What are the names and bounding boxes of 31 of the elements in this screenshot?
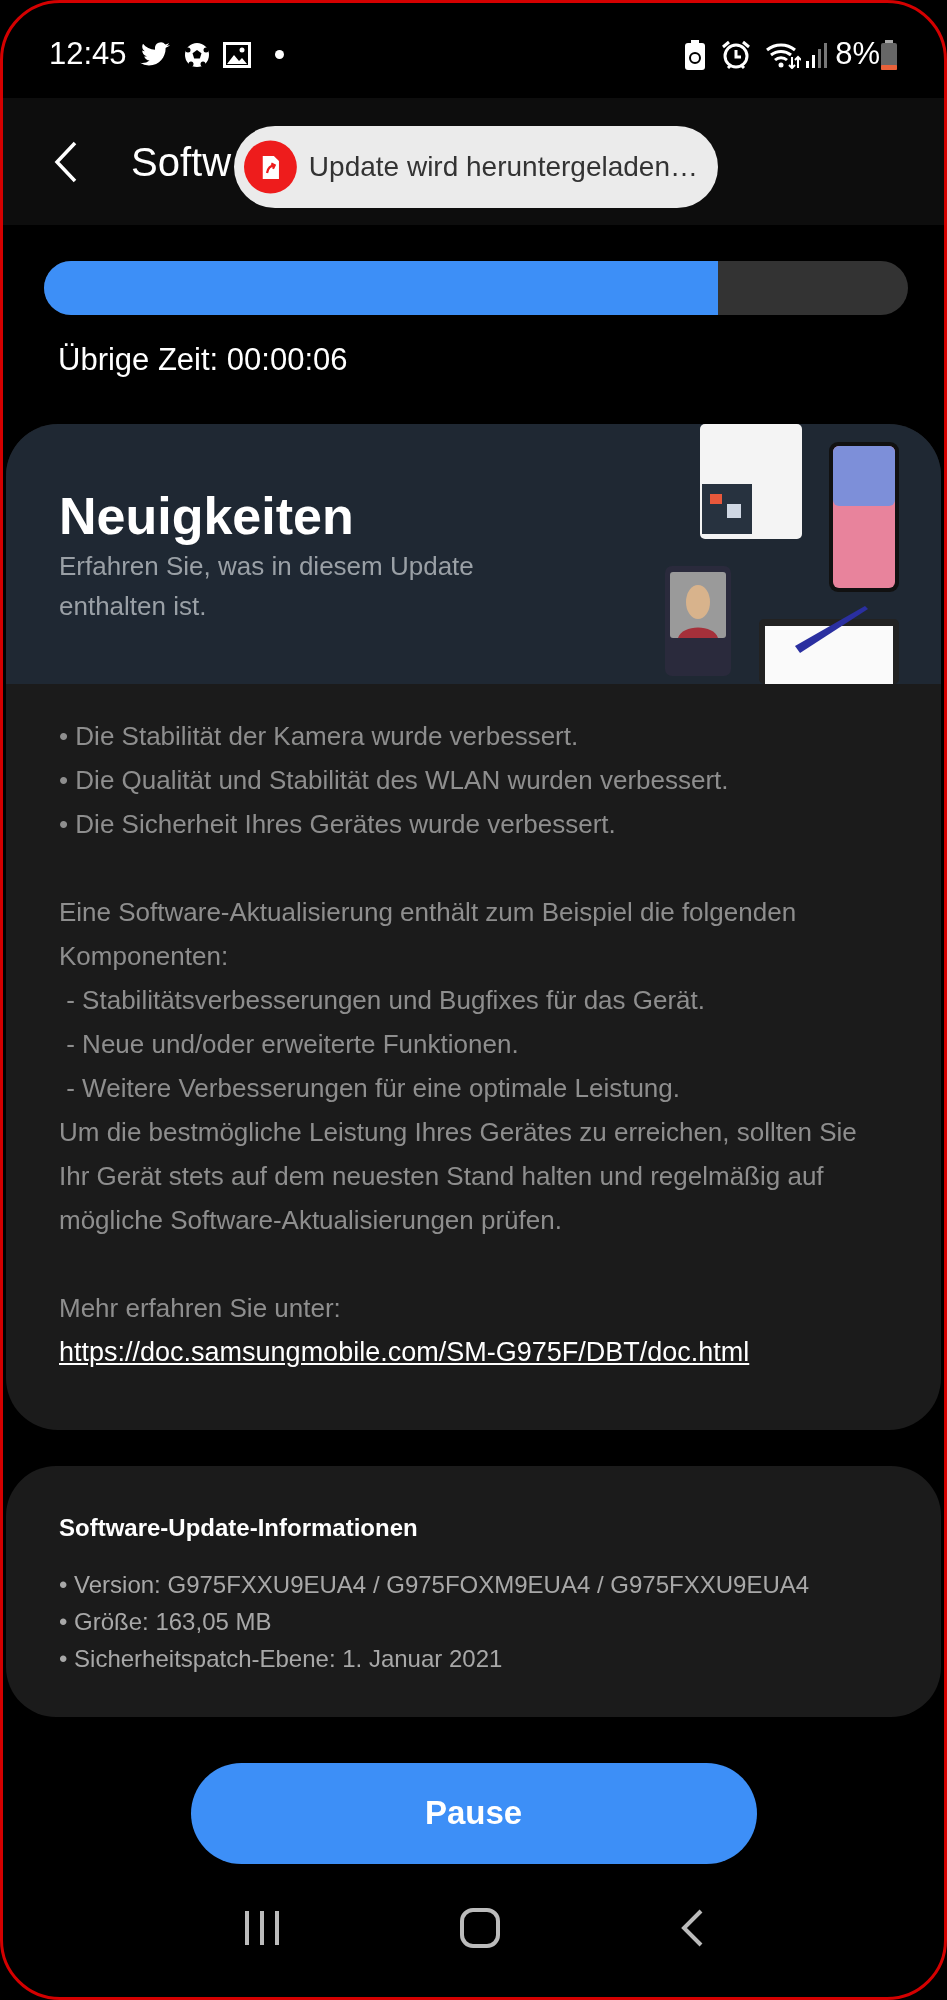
recent-apps-icon[interactable] (242, 1909, 281, 1947)
body-text: Um die bestmögliche Leistung Ihres Gerätes zu erreichen, sollten Sie Ihr Gerät stets auf dem neuesten Stand halten und regelmäßig auf mögliche Software-Aktualisierungen prüfen. (59, 1115, 858, 1237)
battery-icon (880, 39, 898, 70)
back-nav-icon[interactable] (680, 1909, 705, 1947)
info-heading: Software-Update-Informationen (59, 1512, 419, 1543)
section-heading: Neuigkeiten (59, 485, 355, 546)
battery-percent: 8% (835, 35, 880, 74)
info-item: • Sicherheitspatch-Ebene: 1. Januar 2021 (59, 1643, 504, 1674)
image-icon (222, 41, 251, 68)
remaining-time: Übrige Zeit: 00:00:06 (58, 341, 349, 379)
dot-icon (274, 50, 284, 59)
doc-link[interactable]: https://doc.samsungmobile.com/SM-G975F/DBT/doc.html (59, 1336, 750, 1367)
body-text: Mehr erfahren Sie unter: (59, 1291, 342, 1325)
body-text: Eine Software-Aktualisierung enthält zum Beispiel die folgenden Komponenten: (59, 895, 798, 973)
info-item: • Version: G975FXXU9EUA4 / G975FOXM9EUA4 / G975FXXU9EUA4 (59, 1569, 811, 1600)
toast-text: Update wird heruntergeladen… (308, 150, 698, 184)
section-subtitle: Erfahren Sie, was in diesem Update enthalten ist. (59, 549, 475, 623)
ball-icon (182, 40, 211, 69)
info-item: • Größe: 163,05 MB (59, 1606, 273, 1637)
screen-title: Softw (131, 138, 232, 186)
status-time: 12:45 (49, 35, 127, 74)
body-text: - Stabilitätsverbesserungen und Bugfixes für das Gerät. (65, 983, 707, 1017)
body-text: • Die Stabilität der Kamera wurde verbessert. (59, 719, 580, 753)
body-text: - Weitere Verbesserungen für eine optimale Leistung. (65, 1071, 681, 1105)
signal-icon (805, 40, 828, 69)
alarm-icon (721, 39, 752, 70)
body-text: - Neue und/oder erweiterte Funktionen. (65, 1027, 520, 1061)
body-text: • Die Sicherheit Ihres Gerätes wurde verbessert. (59, 807, 617, 841)
body-text: • Die Qualität und Stabilität des WLAN wurden verbessert. (59, 763, 730, 797)
home-icon[interactable] (460, 1908, 501, 1948)
back-icon (54, 140, 78, 183)
